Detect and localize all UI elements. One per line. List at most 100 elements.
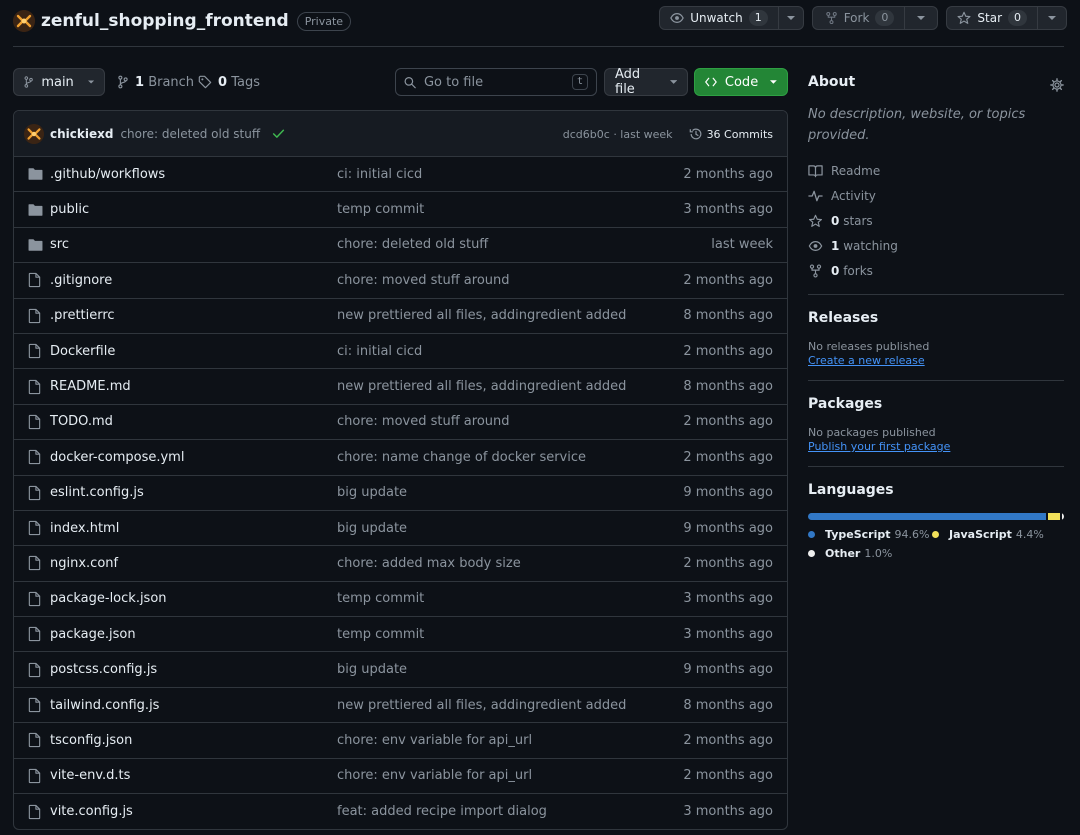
author-avatar[interactable] — [24, 123, 44, 144]
unwatch-button[interactable]: Unwatch 1 — [659, 6, 779, 30]
language-item[interactable]: Other 1.0% — [808, 547, 932, 560]
owner-avatar[interactable] — [13, 10, 35, 32]
readme-link[interactable]: Readme — [808, 158, 1064, 183]
file-name-link[interactable]: public — [50, 202, 89, 217]
file-row[interactable]: nginx.conf chore: added max body size 2 mo… — [14, 546, 787, 582]
repo-toolbar: main 1 Branch 0 Tags t Add file Code — [13, 67, 788, 97]
star-button[interactable]: Star 0 — [946, 6, 1038, 30]
pulse-icon — [808, 190, 823, 201]
file-row[interactable]: vite.config.js feat: added recipe import … — [14, 794, 787, 829]
go-to-file-box[interactable]: t — [395, 68, 597, 96]
releases-title[interactable]: Releases — [808, 310, 1064, 326]
stars-link[interactable]: 0 stars — [808, 208, 1064, 233]
commit-hash-time[interactable]: dcd6b0c · last week — [563, 128, 673, 141]
file-commit-message[interactable]: ci: initial cicd — [337, 344, 422, 359]
file-row[interactable]: vite-env.d.ts chore: env variable for api… — [14, 759, 787, 795]
forks-link[interactable]: 0 forks — [808, 258, 1064, 283]
file-name-link[interactable]: Dockerfile — [50, 344, 115, 359]
file-row[interactable]: tsconfig.json chore: env variable for api… — [14, 723, 787, 759]
file-commit-message[interactable]: chore: deleted old stuff — [337, 237, 488, 252]
file-name-link[interactable]: .prettierrc — [50, 308, 115, 323]
file-row[interactable]: eslint.config.js big update 9 months ago — [14, 476, 787, 511]
unwatch-label: Unwatch — [690, 11, 743, 25]
file-name-link[interactable]: README.md — [50, 379, 131, 394]
file-row[interactable]: package-lock.json temp commit 3 months ago — [14, 582, 787, 618]
file-commit-message[interactable]: chore: moved stuff around — [337, 414, 510, 429]
file-row[interactable]: postcss.config.js big update 9 months ago — [14, 652, 787, 688]
check-icon[interactable] — [272, 127, 285, 140]
file-commit-message[interactable]: chore: added max body size — [337, 556, 521, 571]
file-row[interactable]: .prettierrc new prettiered all files, add… — [14, 299, 787, 334]
commit-author[interactable]: chickiexd — [50, 127, 113, 141]
file-row[interactable]: docker-compose.yml chore: name change of … — [14, 440, 787, 476]
file-row[interactable]: src chore: deleted old stuff last week — [14, 228, 787, 264]
file-row[interactable]: README.md new prettiered all files, addin… — [14, 369, 787, 405]
file-name-link[interactable]: index.html — [50, 521, 119, 536]
repo-name[interactable]: zenful_shopping_frontend — [41, 11, 289, 31]
file-commit-date: 2 months ago — [683, 166, 773, 182]
branch-select[interactable]: main — [13, 68, 105, 96]
language-bar — [808, 513, 1064, 520]
publish-package-link[interactable]: Publish your first package — [808, 440, 1064, 453]
file-commit-message[interactable]: temp commit — [337, 591, 424, 606]
file-commit-message[interactable]: temp commit — [337, 202, 424, 217]
file-commit-message[interactable]: big update — [337, 521, 407, 536]
language-item[interactable]: JavaScript 4.4% — [932, 528, 1056, 541]
go-to-file-input[interactable] — [423, 74, 564, 90]
file-name-link[interactable]: TODO.md — [50, 414, 113, 429]
file-row[interactable]: package.json temp commit 3 months ago — [14, 617, 787, 653]
file-commit-message[interactable]: ci: initial cicd — [337, 167, 422, 182]
file-name-link[interactable]: tsconfig.json — [50, 733, 132, 748]
file-name-link[interactable]: docker-compose.yml — [50, 450, 184, 465]
file-name-link[interactable]: nginx.conf — [50, 556, 118, 571]
file-name-link[interactable]: .github/workflows — [50, 167, 165, 182]
add-file-button[interactable]: Add file — [604, 67, 688, 97]
file-name-link[interactable]: src — [50, 237, 69, 252]
branches-link[interactable]: 1 Branch — [117, 68, 194, 96]
file-name-link[interactable]: postcss.config.js — [50, 662, 157, 677]
file-name-link[interactable]: vite-env.d.ts — [50, 768, 130, 783]
file-commit-message[interactable]: big update — [337, 485, 407, 500]
file-row[interactable]: TODO.md chore: moved stuff around 2 months… — [14, 405, 787, 441]
language-item[interactable]: TypeScript 94.6% — [808, 528, 932, 541]
gear-icon[interactable] — [1050, 78, 1064, 92]
header-divider — [13, 46, 1064, 47]
fork-dropdown-button[interactable] — [905, 6, 939, 30]
watching-link[interactable]: 1 watching — [808, 233, 1064, 258]
commit-message[interactable]: chore: deleted old stuff — [120, 127, 260, 141]
about-description: No description, website, or topics provi… — [808, 107, 1026, 143]
file-commit-message[interactable]: new prettiered all files, addingredient … — [337, 698, 626, 713]
file-name-link[interactable]: tailwind.config.js — [50, 698, 159, 713]
file-row[interactable]: .gitignore chore: moved stuff around 2 mon… — [14, 263, 787, 299]
file-commit-message[interactable]: feat: added recipe import dialog — [337, 804, 547, 819]
file-row[interactable]: public temp commit 3 months ago — [14, 192, 787, 228]
file-commit-message[interactable]: new prettiered all files, addingredient … — [337, 308, 626, 323]
file-name-link[interactable]: package.json — [50, 627, 136, 642]
activity-link[interactable]: Activity — [808, 183, 1064, 208]
file-row[interactable]: Dockerfile ci: initial cicd 2 months ago — [14, 334, 787, 370]
file-commit-message[interactable]: new prettiered all files, addingredient … — [337, 379, 626, 394]
file-row[interactable]: index.html big update 9 months ago — [14, 511, 787, 547]
file-row[interactable]: .github/workflows ci: initial cicd 2 month… — [14, 157, 787, 193]
file-commit-message[interactable]: chore: env variable for api_url — [337, 733, 532, 748]
file-commit-message[interactable]: chore: moved stuff around — [337, 273, 510, 288]
code-button[interactable]: Code — [694, 68, 788, 96]
star-dropdown-button[interactable] — [1038, 6, 1067, 30]
file-commit-message[interactable]: temp commit — [337, 627, 424, 642]
tags-link[interactable]: 0 Tags — [198, 68, 260, 96]
file-commit-message[interactable]: chore: name change of docker service — [337, 450, 586, 465]
commit-meta: dcd6b0c · last week 36 Commits — [563, 111, 773, 157]
watch-dropdown-button[interactable] — [778, 6, 804, 30]
create-release-link[interactable]: Create a new release — [808, 354, 1064, 367]
file-commit-message[interactable]: big update — [337, 662, 407, 677]
fork-button[interactable]: Fork 0 — [811, 6, 906, 30]
file-name-link[interactable]: eslint.config.js — [50, 485, 144, 500]
file-name-link[interactable]: vite.config.js — [50, 804, 133, 819]
file-commit-message[interactable]: chore: env variable for api_url — [337, 768, 532, 783]
file-name-link[interactable]: package-lock.json — [50, 591, 167, 606]
packages-title[interactable]: Packages — [808, 396, 1064, 412]
file-name-link[interactable]: .gitignore — [50, 273, 112, 288]
file-commit-date: 3 months ago — [683, 591, 773, 607]
file-row[interactable]: tailwind.config.js new prettiered all fil… — [14, 688, 787, 724]
commits-history-link[interactable]: 36 Commits — [689, 127, 773, 141]
